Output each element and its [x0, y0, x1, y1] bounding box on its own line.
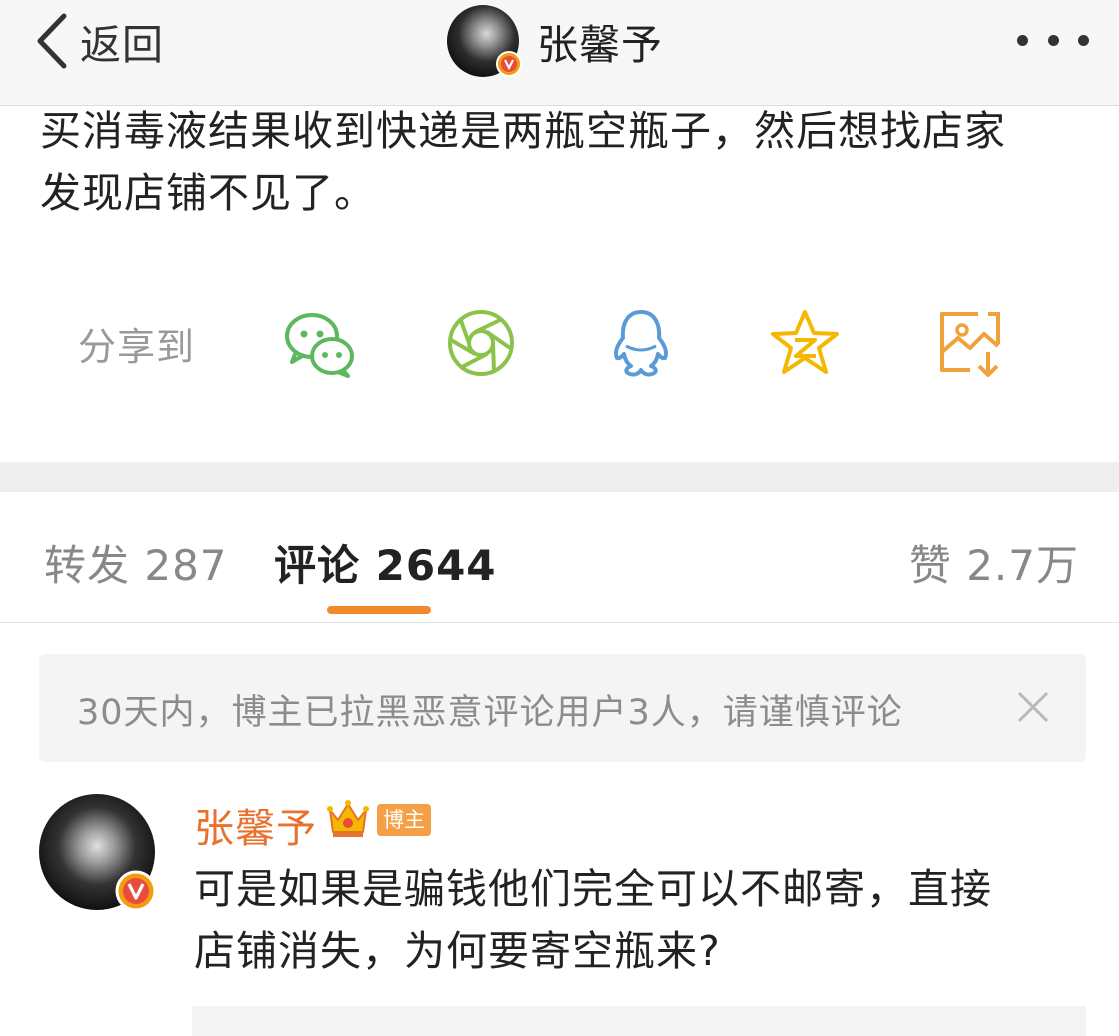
dot-icon — [1017, 34, 1028, 46]
back-label: 返回 — [80, 21, 164, 69]
comment-text: 可是如果是骗钱他们完全可以不邮寄，直接 店铺消失，为何要寄空瓶来? — [194, 865, 992, 975]
more-options-button[interactable] — [1017, 30, 1089, 50]
reply-preview-box[interactable] — [192, 1006, 1086, 1036]
chevron-left-icon — [37, 13, 67, 69]
save-image-button[interactable] — [934, 306, 1008, 380]
dot-icon — [1047, 34, 1059, 46]
notice-text: 30天内，博主已拉黑恶意评论用户3人，请谨慎评论 — [77, 693, 903, 733]
qzone-star-icon — [771, 310, 839, 374]
post-text: 买消毒液结果收到快递是两瓶空瓶子，然后想找店家 发现店铺不见了。 — [40, 107, 1006, 217]
tab-likes[interactable]: 赞 2.7万 — [909, 532, 1079, 593]
share-label: 分享到 — [78, 325, 196, 369]
moments-icon — [448, 310, 514, 376]
avatar[interactable] — [447, 5, 522, 77]
comment-author-name[interactable]: 张馨予 — [194, 796, 317, 854]
dot-icon — [1078, 34, 1089, 46]
back-button[interactable]: 返回 — [34, 10, 164, 72]
tab-repost[interactable]: 转发 287 — [44, 532, 228, 593]
author-badge: 博主 — [377, 804, 431, 836]
verified-badge-icon — [496, 51, 522, 77]
page-title: 张馨予 — [537, 21, 663, 69]
section-divider — [0, 462, 1119, 492]
save-image-icon — [940, 312, 1000, 377]
top-nav-bar: 返回 张馨予 — [0, 0, 1119, 106]
notice-banner: 30天内，博主已拉黑恶意评论用户3人，请谨慎评论 — [39, 654, 1086, 762]
active-tab-indicator — [327, 606, 431, 614]
avatar[interactable] — [39, 794, 157, 912]
verified-badge-icon — [115, 870, 157, 912]
nav-profile[interactable]: 张馨予 — [447, 4, 663, 78]
wechat-icon — [285, 313, 354, 378]
close-icon[interactable] — [1016, 690, 1050, 724]
tab-divider — [0, 622, 1119, 623]
share-qq-button[interactable] — [604, 306, 678, 380]
share-qzone-button[interactable] — [768, 306, 842, 380]
qq-penguin-icon — [613, 310, 669, 377]
crown-icon — [327, 800, 369, 837]
share-moments-button[interactable] — [444, 306, 518, 380]
tab-comments[interactable]: 评论 2644 — [274, 532, 497, 593]
share-wechat-button[interactable] — [282, 306, 356, 380]
